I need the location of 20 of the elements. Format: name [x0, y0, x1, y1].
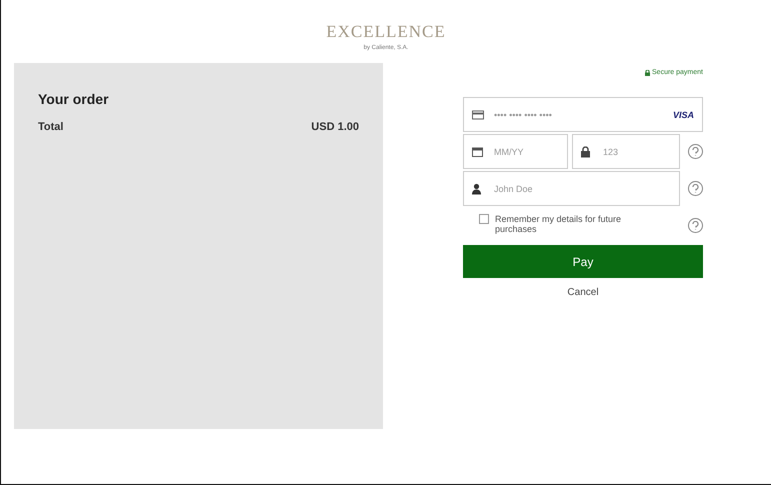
calendar-icon [472, 146, 483, 156]
total-value: USD 1.00 [311, 121, 359, 133]
cvc-field[interactable]: 123 [572, 134, 680, 169]
order-title: Your order [38, 91, 110, 107]
lock-icon [581, 146, 590, 157]
remember-label: Remember my details for future purchases [495, 214, 622, 234]
help-icon[interactable] [688, 181, 703, 196]
pay-button[interactable]: Pay [463, 245, 703, 278]
total-label: Total [38, 121, 64, 133]
name-field[interactable]: John Doe [463, 171, 680, 206]
lock-icon [645, 70, 650, 76]
card-brand-logo: VISA [672, 110, 694, 120]
person-icon [472, 183, 481, 194]
credit-card-icon [472, 110, 484, 119]
help-icon[interactable] [688, 218, 703, 233]
cancel-link[interactable]: Cancel [567, 287, 599, 298]
help-icon[interactable] [688, 144, 703, 159]
brand-logo: EXCELLENCE [326, 22, 446, 42]
expiry-field[interactable]: MM/YY [463, 134, 568, 169]
remember-checkbox[interactable] [479, 214, 489, 224]
